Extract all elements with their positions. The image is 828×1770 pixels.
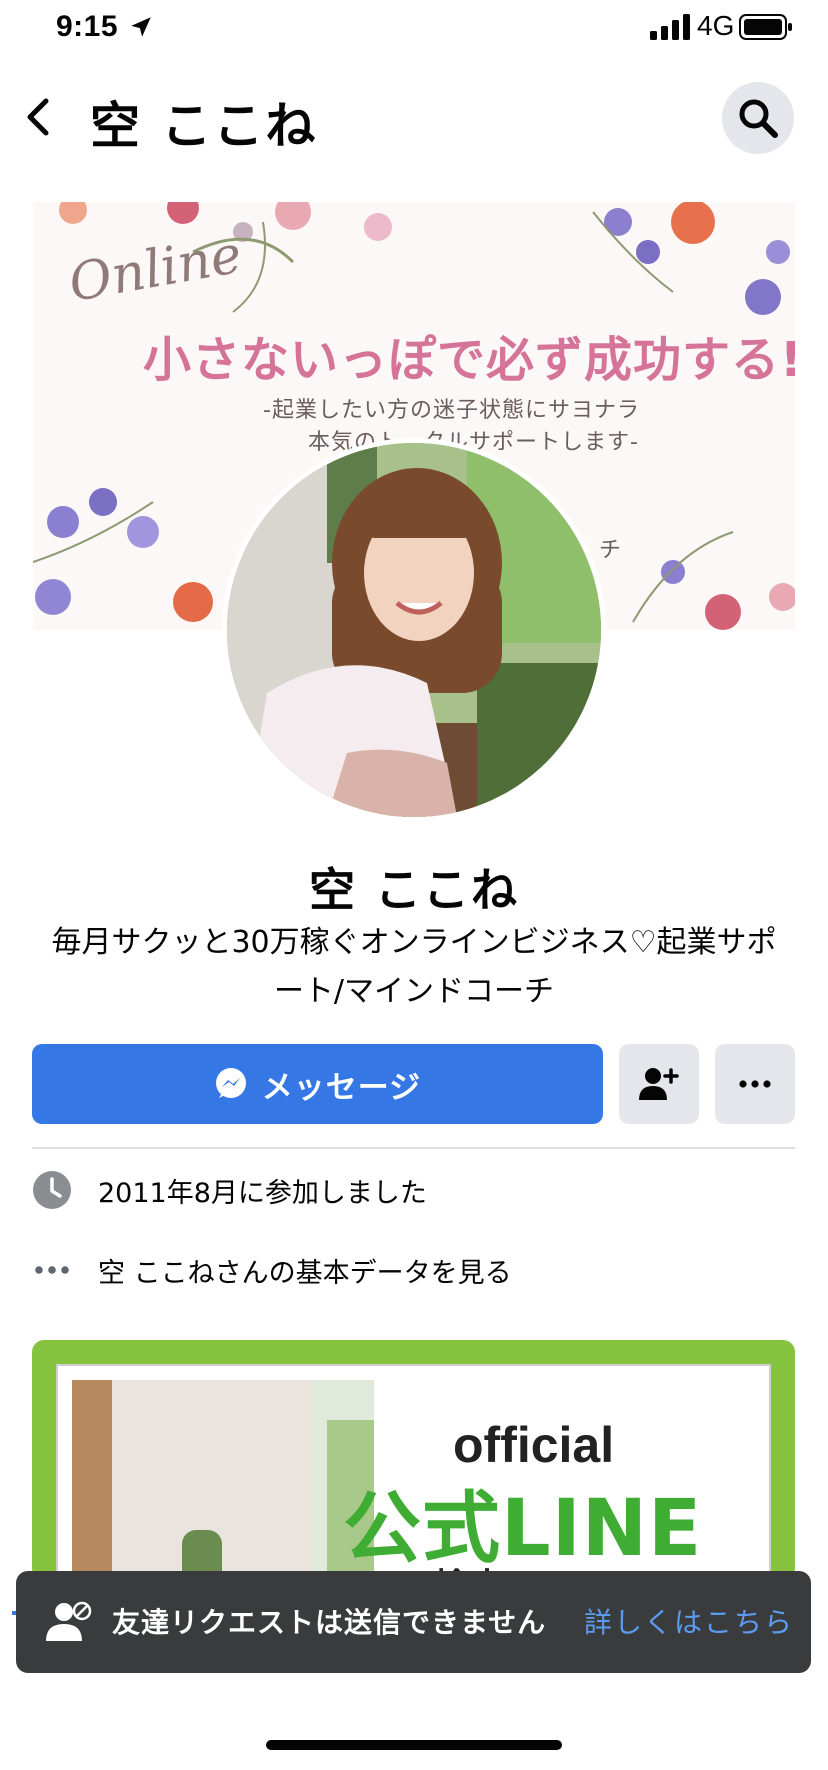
page-title: 空 ここね xyxy=(90,97,318,155)
featured-photo xyxy=(72,1380,374,1580)
about-row[interactable]: 空 ここねさんの基本データを見る xyxy=(32,1248,512,1292)
more-horizontal-icon xyxy=(32,1250,72,1290)
battery-icon xyxy=(739,14,792,40)
signal-icon xyxy=(650,14,690,40)
more-horizontal-icon xyxy=(739,1080,771,1088)
search-icon xyxy=(739,99,778,138)
status-bar: 9:15 4G xyxy=(0,0,828,56)
joined-row: 2011年8月に参加しました xyxy=(32,1168,427,1212)
add-friend-button[interactable] xyxy=(619,1044,699,1124)
message-button-label: メッセージ xyxy=(261,1069,422,1106)
friend-request-blocked-icon xyxy=(46,1601,92,1641)
profile-avatar[interactable] xyxy=(222,438,606,822)
joined-text: 2011年8月に参加しました xyxy=(98,1177,427,1209)
divider xyxy=(32,1147,795,1149)
back-button[interactable] xyxy=(18,92,58,142)
avatar-photo xyxy=(227,443,601,817)
messenger-icon xyxy=(215,1068,246,1098)
chevron-left-icon xyxy=(27,98,49,136)
toast-message: 友達リクエストは送信できません xyxy=(112,1606,547,1639)
location-arrow-icon xyxy=(131,17,151,37)
cover-headline: 小さないっぽで必ず成功する! xyxy=(143,332,795,388)
status-time: 9:15 xyxy=(56,10,119,43)
cover-subtitle-1: -起業したい方の迷子状態にサヨナラ xyxy=(263,398,640,423)
home-indicator[interactable] xyxy=(266,1740,562,1750)
toast-notification: 友達リクエストは送信できません 詳しくはこちら xyxy=(16,1571,811,1673)
search-button[interactable] xyxy=(722,82,794,154)
message-button[interactable]: メッセージ xyxy=(32,1044,603,1124)
clock-icon xyxy=(32,1170,72,1210)
network-type: 4G xyxy=(697,10,735,41)
cover-trailing-text: チ xyxy=(599,538,622,563)
more-options-button[interactable] xyxy=(715,1044,795,1124)
profile-name: 空 ここね xyxy=(308,863,519,917)
about-link[interactable]: 空 ここねさんの基本データを見る xyxy=(98,1251,512,1290)
featured-inner: official 公式LINE 検索→@kokone xyxy=(56,1364,771,1580)
profile-bio: 毎月サクッと30万稼ぐオンラインビジネス♡起業サポート/マインドコーチ xyxy=(51,925,777,1009)
featured-card[interactable]: official 公式LINE 検索→@kokone xyxy=(32,1340,795,1580)
toast-learn-more-link[interactable]: 詳しくはこちら xyxy=(584,1601,794,1641)
add-friend-icon xyxy=(639,1068,679,1100)
